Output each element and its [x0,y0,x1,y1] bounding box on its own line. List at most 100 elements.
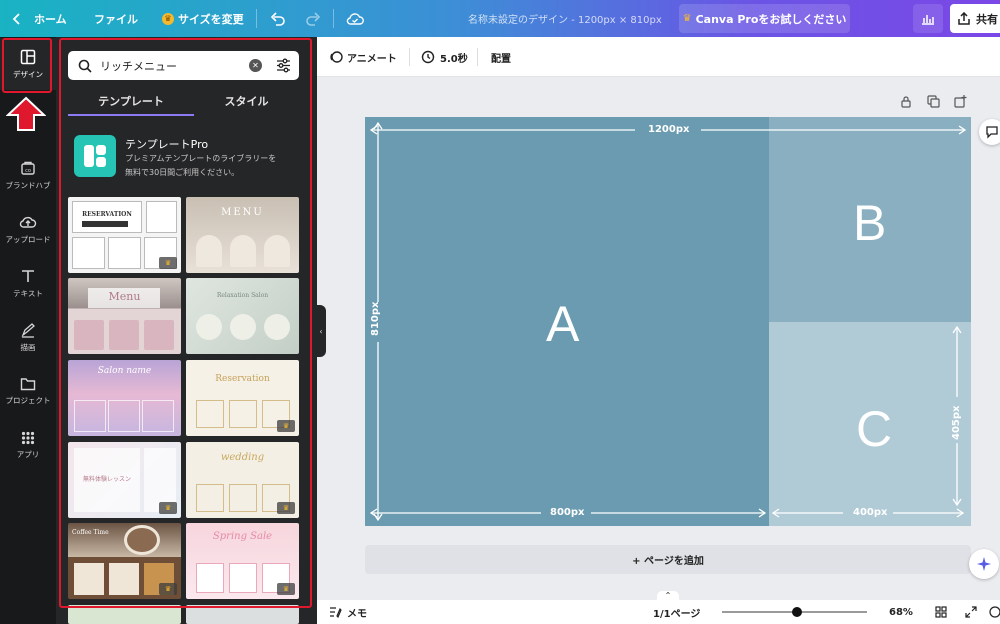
add-page-button[interactable]: + ページを追加 [365,545,971,574]
document-title[interactable]: 名称未設定のデザイン - 1200px × 810px [468,0,662,37]
zoom-slider-handle[interactable] [792,607,803,617]
resize-button[interactable]: ♛ サイズを変更 [162,0,244,37]
duration-label: 5.0秒 [440,53,468,65]
comment-icon [986,126,998,139]
comment-button[interactable] [979,119,1000,145]
thumb-label: wedding [220,452,265,463]
template-thumbnail[interactable]: MENU [186,197,299,273]
filter-icon[interactable] [276,58,291,73]
template-thumbnail[interactable]: 無料体験レッスン ♛ [68,442,181,518]
rail-item-draw[interactable]: 描画 [0,311,56,363]
animate-icon [330,51,343,63]
template-thumbnail[interactable]: Coffee Time ♛ [68,523,181,599]
file-menu[interactable]: ファイル [94,0,138,37]
fullscreen-button[interactable] [965,600,977,624]
chevron-left-icon: ‹ [319,326,323,336]
divider [333,9,334,28]
clock-icon [421,50,435,64]
help-icon [989,606,1000,618]
template-thumbnail[interactable]: Salon name [68,360,181,436]
chevron-left-icon [12,12,20,25]
thumb-label: Menu [108,290,141,303]
promo-title: テンプレートPro [125,138,209,151]
share-button[interactable]: 共有 [950,4,1000,33]
thumb-label: MENU [221,207,264,218]
template-thumbnail[interactable]: Reservation ♛ [186,360,299,436]
undo-button[interactable] [270,0,286,37]
grid-view-button[interactable] [935,600,947,624]
duplicate-page-icon[interactable] [927,95,940,108]
magic-assistant-button[interactable] [969,549,999,579]
redo-icon [306,11,321,26]
total-width-label: 1200px [648,124,690,135]
cloud-save-status[interactable] [346,0,364,37]
try-pro-label: Canva Proをお試しください [695,12,847,26]
home-label: ホーム [34,12,67,26]
lock-icon[interactable] [900,95,912,108]
rail-item-brand-hub[interactable]: co ブランドハブ [0,149,56,201]
template-thumbnail[interactable] [68,605,181,624]
template-pro-promo[interactable]: テンプレートPro プレミアムテンプレートのライブラリーを 無料で30日間ご利用… [72,134,302,184]
template-thumbnail[interactable]: Menu [68,278,181,354]
template-thumbnail[interactable] [186,605,299,624]
duration-button[interactable]: 5.0秒 [421,37,468,77]
home-button[interactable]: ホーム [12,0,67,37]
svg-text:co: co [25,168,31,174]
folder-icon [20,377,36,390]
template-thumbnail[interactable]: RESERVATION ♛ [68,197,181,273]
page-indicator[interactable]: 1/1ページ [653,600,700,624]
expand-icon [965,606,977,618]
clear-search-icon[interactable]: ✕ [249,59,262,72]
promo-description: プレミアムテンプレートのライブラリーを 無料で30日間ご利用ください。 [125,152,305,180]
thumb-label: Coffee Time [72,529,109,536]
collapse-panel-button[interactable]: ‹ [316,305,326,357]
promo-desc-line: 無料で30日間ご利用ください。 [125,168,240,177]
rail-label: 描画 [20,342,36,352]
resize-label: サイズを変更 [178,12,244,26]
divider [477,48,478,66]
rail-label: テキスト [13,288,43,298]
thumb-label: RESERVATION [82,211,132,218]
animate-button[interactable]: アニメート [329,37,397,77]
promo-desc-line: プレミアムテンプレートのライブラリーを [125,154,277,163]
divider [409,48,410,66]
template-thumbnail[interactable]: Spring Sale ♛ [186,523,299,599]
bottom-bar: ⌃ メモ 1/1ページ 68% [317,591,1000,624]
chevron-up-icon: ⌃ [664,591,672,600]
tab-styles[interactable]: スタイル [194,86,299,115]
draw-icon [21,322,35,338]
thumb-label: Reservation [215,374,270,384]
rail-label: アプリ [16,449,40,459]
share-icon [958,12,970,25]
zoom-level[interactable]: 68% [889,600,913,624]
tab-templates[interactable]: テンプレート [68,86,194,115]
rail-item-apps[interactable]: アプリ [0,419,56,471]
redo-button[interactable] [305,0,321,37]
try-pro-button[interactable]: ♛ Canva Proをお試しください [679,4,850,33]
thumb-label: Spring Sale [212,531,273,542]
premium-crown-icon: ♛ [159,257,177,269]
sparkle-icon [977,557,991,571]
premium-crown-icon: ♛ [159,502,177,514]
rail-item-upload[interactable]: アップロード [0,203,56,255]
text-icon [22,269,34,282]
premium-crown-icon: ♛ [277,502,295,514]
crown-icon: ♛ [682,13,692,24]
share-label: 共有 [976,12,998,26]
template-thumbnail[interactable]: wedding ♛ [186,442,299,518]
notes-button[interactable]: メモ [329,600,367,624]
tab-label: スタイル [224,94,269,108]
file-label: ファイル [94,12,138,26]
rail-item-text[interactable]: テキスト [0,257,56,309]
search-input[interactable]: リッチメニュー ✕ [68,51,299,80]
template-thumbnail[interactable]: Relaxation Salon [186,278,299,354]
add-page-icon[interactable] [954,95,967,108]
editor-toolbar: アニメート 5.0秒 配置 [317,37,1000,77]
help-button[interactable] [989,600,1000,624]
premium-crown-icon: ♛ [159,583,177,595]
highlight-box [2,38,52,93]
rail-item-projects[interactable]: プロジェクト [0,365,56,417]
insights-button[interactable] [913,4,943,33]
thumb-label: 無料体験レッスン [82,476,131,483]
position-button[interactable]: 配置 [491,37,511,77]
